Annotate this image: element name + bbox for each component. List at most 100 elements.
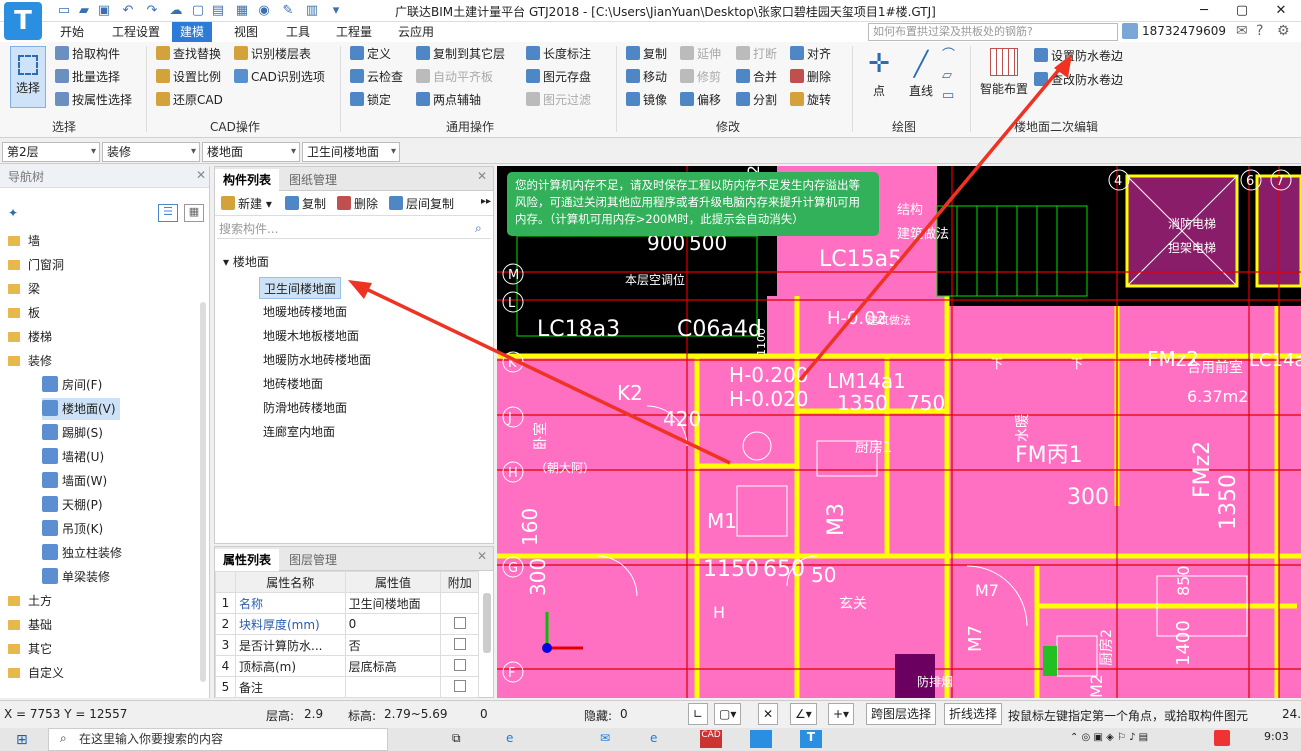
angle-icon[interactable]: ∠▾ <box>790 703 817 725</box>
nav-item[interactable]: 墙 <box>0 230 40 252</box>
component-select[interactable]: 卫生间楼地面 <box>302 142 400 162</box>
component-item[interactable]: 地暖木地板楼地面 <box>259 325 363 347</box>
nav-item[interactable]: 楼地面(V) <box>42 398 120 420</box>
cloud-icon[interactable]: ☁ <box>168 3 184 19</box>
chevron-down-icon[interactable]: ▾ <box>328 3 344 19</box>
add-icon[interactable]: ✦ <box>8 206 18 220</box>
close-icon[interactable]: ✕ <box>477 549 487 563</box>
nav-item[interactable]: 楼梯 <box>0 326 52 348</box>
restore-cad-button[interactable]: 还原CAD <box>156 90 223 110</box>
component-search-input[interactable]: 搜索构件... <box>217 219 491 239</box>
mail-icon[interactable]: ✉ <box>600 731 610 745</box>
find-replace-button[interactable]: 查找替换 <box>156 44 221 64</box>
nav-item[interactable]: 其它 <box>0 638 52 660</box>
undo-icon[interactable]: ↶ <box>120 3 136 19</box>
property-row[interactable]: 2 块料厚度(mm) 0 <box>215 613 479 635</box>
mirror-button[interactable]: 镜像 <box>626 90 667 110</box>
smart-layout-button[interactable]: 智能布置 <box>978 46 1030 112</box>
gtj-app-icon[interactable]: T <box>800 730 822 748</box>
component-item[interactable]: 地暖防水地砖楼地面 <box>259 349 375 371</box>
lock-button[interactable]: 锁定 <box>350 90 391 110</box>
nav-item[interactable]: 门窗洞 <box>0 254 64 276</box>
trim-button[interactable]: 修剪 <box>680 67 721 87</box>
identify-floor-table-button[interactable]: 识别楼层表 <box>234 44 311 64</box>
property-row[interactable]: 5 备注 <box>215 676 479 698</box>
define-button[interactable]: 定义 <box>350 44 391 64</box>
redo-icon[interactable]: ↷ <box>144 3 160 19</box>
line-button[interactable]: ╱ 直线 <box>904 46 938 106</box>
cloud-check-button[interactable]: 云检查 <box>350 67 403 87</box>
props-scrollbar[interactable] <box>483 593 491 653</box>
delete-button[interactable]: 删除 <box>790 67 831 87</box>
report-icon[interactable]: ▦ <box>234 3 250 19</box>
element-filter-button[interactable]: 图元过滤 <box>526 90 591 110</box>
delete-component-button[interactable]: 删除 <box>337 194 378 214</box>
eye-icon[interactable]: ◉ <box>256 3 272 19</box>
point-button[interactable]: ✛ 点 <box>862 46 896 106</box>
two-point-axis-button[interactable]: 两点辅轴 <box>416 90 481 110</box>
property-value[interactable]: 否 <box>344 634 442 656</box>
user-avatar-icon[interactable] <box>1122 23 1138 39</box>
nav-item[interactable]: 板 <box>0 302 40 324</box>
type-select[interactable]: 楼地面 <box>202 142 300 162</box>
property-row[interactable]: 3 是否计算防水... 否 <box>215 634 479 656</box>
pick-component-button[interactable]: 拾取构件 <box>55 44 120 64</box>
nav-item[interactable]: 自定义 <box>0 662 64 684</box>
search-icon[interactable]: ⌕ <box>475 221 482 236</box>
ortho-icon[interactable]: ∟ <box>688 703 709 725</box>
floor-plan-drawing[interactable]: MLKJHGF467 90050011100200LC15a5本层空调位LC18… <box>497 166 1301 698</box>
message-icon[interactable]: ✉ <box>1236 23 1248 39</box>
nav-item[interactable]: 土方 <box>0 590 52 612</box>
tab-start[interactable]: 开始 <box>52 22 92 42</box>
merge-button[interactable]: 合并 <box>736 67 777 87</box>
tab-properties[interactable]: 属性列表 <box>215 549 280 571</box>
component-item[interactable]: 地暖地砖楼地面 <box>259 301 351 323</box>
screen-icon[interactable]: ▢ <box>190 3 206 19</box>
nav-item[interactable]: 房间(F) <box>42 374 102 396</box>
category-select[interactable]: 装修 <box>102 142 200 162</box>
attach-checkbox[interactable] <box>453 679 466 692</box>
length-dimension-button[interactable]: 长度标注 <box>526 44 591 64</box>
ie-browser-icon[interactable]: e <box>650 731 657 745</box>
cross-layer-select-button[interactable]: 跨图层选择 <box>866 703 937 725</box>
nav-item[interactable]: 天棚(P) <box>42 494 103 516</box>
nav-item[interactable]: 单梁装修 <box>42 566 110 588</box>
component-item[interactable]: 防滑地砖楼地面 <box>259 397 351 419</box>
nav-item[interactable]: 墙面(W) <box>42 470 107 492</box>
component-item[interactable]: 卫生间楼地面 <box>259 277 342 299</box>
set-scale-button[interactable]: 设置比例 <box>156 67 221 87</box>
task-view-icon[interactable]: ⧉ <box>452 731 461 746</box>
property-value[interactable]: 层底标高 <box>344 655 442 677</box>
nav-item[interactable]: 独立柱装修 <box>42 542 122 564</box>
help-icon[interactable]: ? <box>1256 23 1263 39</box>
polyline-select-button[interactable]: 折线选择 <box>944 703 1003 725</box>
new-component-button[interactable]: 新建 ▾ <box>221 194 272 214</box>
tray-icons[interactable]: ⌃ ◎ ▣ ◈ ⚐ ♪ ▤ <box>1070 732 1148 743</box>
tab-modeling[interactable]: 建模 <box>172 22 213 42</box>
edit-waterproof-edge-button[interactable]: 查改防水卷边 <box>1034 70 1123 90</box>
cad-app-icon[interactable]: CAD <box>700 730 722 748</box>
more-icon[interactable]: ▸▸ <box>481 196 491 207</box>
set-waterproof-edge-button[interactable]: 设置防水卷边 <box>1034 46 1123 66</box>
calc-icon[interactable]: ▤ <box>210 3 226 19</box>
cad-options-button[interactable]: CAD识别选项 <box>234 67 325 87</box>
select-button[interactable]: 选择 <box>10 46 46 108</box>
nav-item[interactable]: 基础 <box>0 614 52 636</box>
glodon-app-icon[interactable] <box>750 730 772 748</box>
auto-level-slab-button[interactable]: 自动平齐板 <box>416 67 493 87</box>
move-button[interactable]: 移动 <box>626 67 667 87</box>
nav-item[interactable]: 梁 <box>0 278 40 300</box>
pen-icon[interactable]: ✎ <box>280 3 296 19</box>
open-folder-icon[interactable]: ▰ <box>76 3 92 19</box>
copy-component-button[interactable]: 复制 <box>285 194 326 214</box>
tab-quantity[interactable]: 工程量 <box>328 22 380 42</box>
new-file-icon[interactable]: ▭ <box>56 3 72 19</box>
tab-layer-management[interactable]: 图层管理 <box>281 549 345 571</box>
list-view-icon[interactable]: ☰ <box>158 204 178 222</box>
tab-component-list[interactable]: 构件列表 <box>215 169 280 191</box>
grid-view-icon[interactable]: ▦ <box>184 204 204 222</box>
tab-drawing-management[interactable]: 图纸管理 <box>281 169 345 191</box>
nav-item[interactable]: 踢脚(S) <box>42 422 103 444</box>
attach-checkbox[interactable] <box>453 637 466 650</box>
property-row[interactable]: 4 顶标高(m) 层底标高 <box>215 655 479 677</box>
